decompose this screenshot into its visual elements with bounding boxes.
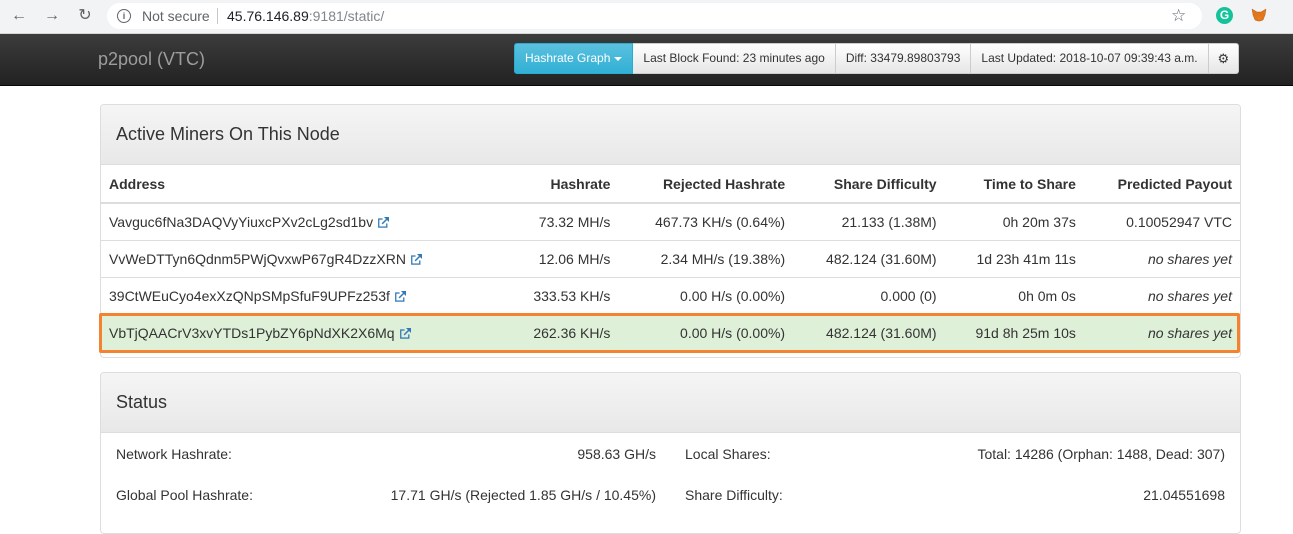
address-bar[interactable]: i Not secure 45.76.146.89:9181/static/ ☆	[107, 3, 1202, 29]
local-shares-label: Local Shares:	[685, 446, 771, 462]
share-difficulty-cell: 482.124 (31.60M)	[793, 314, 945, 351]
last-updated-button[interactable]: Last Updated: 2018-10-07 09:39:43 a.m.	[971, 43, 1209, 74]
global-pool-hashrate-value: 17.71 GH/s (Rejected 1.85 GH/s / 10.45%)	[390, 487, 656, 503]
table-header-row: Address Hashrate Rejected Hashrate Share…	[101, 165, 1240, 204]
share-difficulty-cell: 0.000 (0)	[793, 277, 945, 315]
column-header-rejected-hashrate[interactable]: Rejected Hashrate	[618, 165, 794, 204]
hashrate-cell: 262.36 KH/s	[507, 314, 619, 351]
settings-gear-icon[interactable]: ⚙	[1208, 43, 1240, 74]
active-miners-title: Active Miners On This Node	[101, 105, 1240, 165]
local-shares-value: Total: 14286 (Orphan: 1488, Dead: 307)	[977, 446, 1225, 462]
miner-address[interactable]: 39CtWEuCyo4exXzQNpSMpSfuF9UPFz253f	[109, 288, 390, 304]
miner-address[interactable]: Vavguc6fNa3DAQVyYiuxcPXv2cLg2sd1bv	[109, 214, 373, 230]
miner-address-cell: VbTjQAACrV3xvYTDs1PybZY6pNdXK2X6Mq	[101, 314, 507, 351]
rejected-hashrate-cell: 2.34 MH/s (19.38%)	[618, 240, 794, 278]
rejected-hashrate-cell: 0.00 H/s (0.00%)	[618, 314, 794, 351]
column-header-address[interactable]: Address	[101, 165, 507, 204]
predicted-payout-cell: no shares yet	[1083, 277, 1240, 315]
miners-table: Address Hashrate Rejected Hashrate Share…	[101, 165, 1240, 351]
predicted-payout-cell: 0.10052947 VTC	[1083, 202, 1240, 241]
column-header-predicted-payout[interactable]: Predicted Payout	[1083, 165, 1240, 204]
hashrate-cell: 12.06 MH/s	[507, 240, 619, 278]
time-to-share-cell: 0h 20m 37s	[944, 202, 1084, 241]
external-link-icon[interactable]	[378, 217, 390, 228]
network-hashrate-value: 958.63 GH/s	[577, 446, 656, 462]
time-to-share-cell: 0h 0m 0s	[944, 277, 1084, 315]
url-host: 45.76.146.89	[227, 8, 309, 24]
caret-down-icon	[614, 56, 623, 61]
time-to-share-cell: 91d 8h 25m 10s	[944, 314, 1084, 351]
bookmark-star-icon[interactable]: ☆	[1171, 6, 1186, 26]
difficulty-button[interactable]: Diff: 33479.89803793	[835, 43, 972, 74]
hashrate-graph-label: Hashrate Graph	[525, 51, 611, 65]
external-link-icon[interactable]	[394, 291, 406, 302]
column-header-share-difficulty[interactable]: Share Difficulty	[793, 165, 945, 204]
address-divider	[217, 8, 218, 24]
app-navbar: p2pool (VTC) Hashrate Graph Last Block F…	[0, 34, 1293, 86]
share-difficulty-cell: 482.124 (31.60M)	[793, 240, 945, 278]
predicted-payout-cell: no shares yet	[1083, 314, 1240, 351]
external-link-icon[interactable]	[399, 328, 411, 339]
miner-address[interactable]: VbTjQAACrV3xvYTDs1PybZY6pNdXK2X6Mq	[109, 325, 395, 341]
status-title: Status	[101, 373, 1240, 433]
brand-title[interactable]: p2pool (VTC)	[98, 49, 205, 70]
table-row: Vavguc6fNa3DAQVyYiuxcPXv2cLg2sd1bv 73.32…	[101, 202, 1240, 241]
external-link-icon[interactable]	[411, 254, 422, 265]
miner-address-cell: 39CtWEuCyo4exXzQNpSMpSfuF9UPFz253f	[101, 277, 507, 315]
metamask-extension-icon[interactable]	[1251, 8, 1267, 22]
info-icon[interactable]: i	[117, 9, 131, 23]
share-difficulty-cell: 21.133 (1.38M)	[793, 202, 945, 241]
table-row: 39CtWEuCyo4exXzQNpSMpSfuF9UPFz253f 333.5…	[101, 277, 1240, 315]
hashrate-cell: 73.32 MH/s	[507, 202, 619, 241]
share-difficulty-value: 21.04551698	[1143, 487, 1225, 503]
miner-address-cell: VvWeDTTyn6Qdnm5PWjQvxwP67gR4DzzXRN	[101, 240, 507, 278]
share-difficulty-label: Share Difficulty:	[685, 487, 783, 503]
status-row: Network Hashrate: 958.63 GH/s Local Shar…	[101, 433, 1240, 474]
forward-arrow-icon[interactable]: →	[43, 7, 61, 25]
predicted-payout-cell: no shares yet	[1083, 240, 1240, 278]
reload-icon[interactable]: ↻	[76, 7, 94, 25]
time-to-share-cell: 1d 23h 41m 11s	[944, 240, 1084, 278]
column-header-time-to-share[interactable]: Time to Share	[944, 165, 1084, 204]
back-arrow-icon[interactable]: ←	[10, 7, 28, 25]
table-row-highlighted: VbTjQAACrV3xvYTDs1PybZY6pNdXK2X6Mq 262.3…	[101, 314, 1240, 351]
hashrate-graph-dropdown[interactable]: Hashrate Graph	[514, 43, 634, 74]
status-row: Global Pool Hashrate: 17.71 GH/s (Reject…	[101, 474, 1240, 515]
table-row: VvWeDTTyn6Qdnm5PWjQvxwP67gR4DzzXRN 12.06…	[101, 240, 1240, 278]
security-label[interactable]: Not secure	[142, 8, 210, 24]
status-panel: Status Network Hashrate: 958.63 GH/s Loc…	[100, 372, 1241, 534]
miner-address-cell: Vavguc6fNa3DAQVyYiuxcPXv2cLg2sd1bv	[101, 202, 507, 241]
hashrate-cell: 333.53 KH/s	[507, 277, 619, 315]
grammarly-extension-icon[interactable]: G	[1216, 7, 1233, 24]
url-text[interactable]: 45.76.146.89:9181/static/	[227, 8, 384, 24]
url-path: :9181/static/	[308, 8, 385, 24]
network-hashrate-label: Network Hashrate:	[116, 446, 232, 462]
last-block-found-button[interactable]: Last Block Found: 23 minutes ago	[633, 43, 836, 74]
global-pool-hashrate-label: Global Pool Hashrate:	[116, 487, 253, 503]
active-miners-panel: Active Miners On This Node Address Hashr…	[100, 104, 1241, 358]
browser-toolbar: ← → ↻ i Not secure 45.76.146.89:9181/sta…	[0, 0, 1293, 34]
rejected-hashrate-cell: 467.73 KH/s (0.64%)	[618, 202, 794, 241]
miner-address[interactable]: VvWeDTTyn6Qdnm5PWjQvxwP67gR4DzzXRN	[109, 251, 406, 267]
rejected-hashrate-cell: 0.00 H/s (0.00%)	[618, 277, 794, 315]
navbar-button-group: Hashrate Graph Last Block Found: 23 minu…	[514, 43, 1240, 74]
column-header-hashrate[interactable]: Hashrate	[507, 165, 619, 204]
